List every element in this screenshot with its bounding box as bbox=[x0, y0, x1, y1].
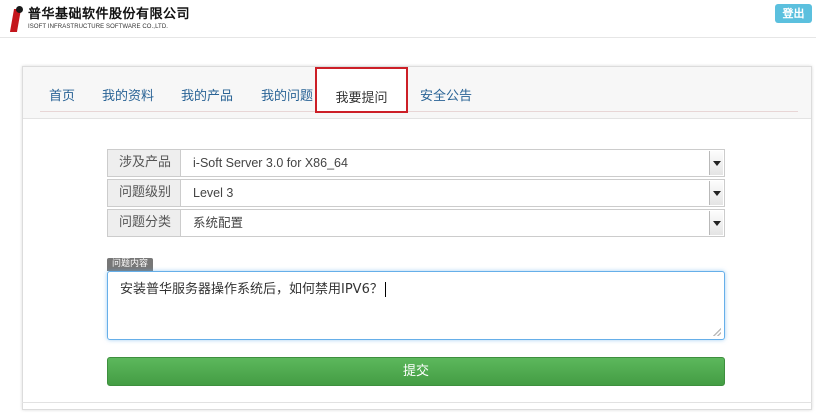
tabs-underline bbox=[40, 111, 798, 112]
tab-my-products[interactable]: 我的产品 bbox=[181, 85, 233, 104]
top-bar: 普华基础软件股份有限公司 ISOFT INFRASTRUCTURE SOFTWA… bbox=[0, 0, 816, 38]
tab-home[interactable]: 首页 bbox=[49, 85, 75, 104]
tab-my-questions[interactable]: 我的问题 bbox=[261, 85, 313, 104]
question-content-text: 安装普华服务器操作系统后，如何禁用IPV6？ bbox=[120, 282, 383, 297]
tab-security-notices[interactable]: 安全公告 bbox=[420, 85, 472, 104]
category-row: 问题分类 系统配置 bbox=[107, 209, 725, 237]
tab-my-profile[interactable]: 我的资料 bbox=[102, 85, 154, 104]
nav-tabs: 首页 我的资料 我的产品 我的问题 我要提问 安全公告 bbox=[23, 67, 811, 119]
level-row: 问题级别 Level 3 bbox=[107, 179, 725, 207]
product-select[interactable]: i-Soft Server 3.0 for X86_64 bbox=[180, 149, 725, 177]
product-label: 涉及产品 bbox=[107, 149, 180, 177]
chevron-down-icon[interactable] bbox=[709, 211, 723, 235]
category-select[interactable]: 系统配置 bbox=[180, 209, 725, 237]
level-label: 问题级别 bbox=[107, 179, 180, 207]
level-select[interactable]: Level 3 bbox=[180, 179, 725, 207]
text-caret bbox=[384, 282, 386, 297]
chevron-down-icon[interactable] bbox=[709, 181, 723, 205]
logo-name-en: ISOFT INFRASTRUCTURE SOFTWARE CO.,LTD. bbox=[28, 24, 169, 30]
resize-grip-icon[interactable] bbox=[713, 328, 721, 336]
logo-mark-icon bbox=[6, 6, 25, 32]
logo-name-cn: 普华基础软件股份有限公司 bbox=[28, 7, 191, 22]
question-content-label: 问题内容 bbox=[107, 258, 154, 271]
level-select-value: Level 3 bbox=[193, 186, 234, 200]
panel-bottom-border bbox=[22, 402, 812, 403]
chevron-down-icon[interactable] bbox=[709, 151, 723, 175]
company-logo: 普华基础软件股份有限公司 ISOFT INFRASTRUCTURE SOFTWA… bbox=[6, 6, 190, 32]
question-content-textarea[interactable]: 安装普华服务器操作系统后，如何禁用IPV6？ bbox=[107, 271, 725, 340]
category-select-value: 系统配置 bbox=[193, 216, 244, 230]
submit-button[interactable]: 提交 bbox=[107, 357, 725, 386]
category-label: 问题分类 bbox=[107, 209, 180, 237]
product-select-value: i-Soft Server 3.0 for X86_64 bbox=[193, 156, 348, 170]
header-divider bbox=[0, 37, 816, 38]
tab-ask-question[interactable]: 我要提问 bbox=[315, 67, 408, 113]
logout-button[interactable]: 登出 bbox=[775, 4, 812, 23]
product-row: 涉及产品 i-Soft Server 3.0 for X86_64 bbox=[107, 149, 725, 177]
